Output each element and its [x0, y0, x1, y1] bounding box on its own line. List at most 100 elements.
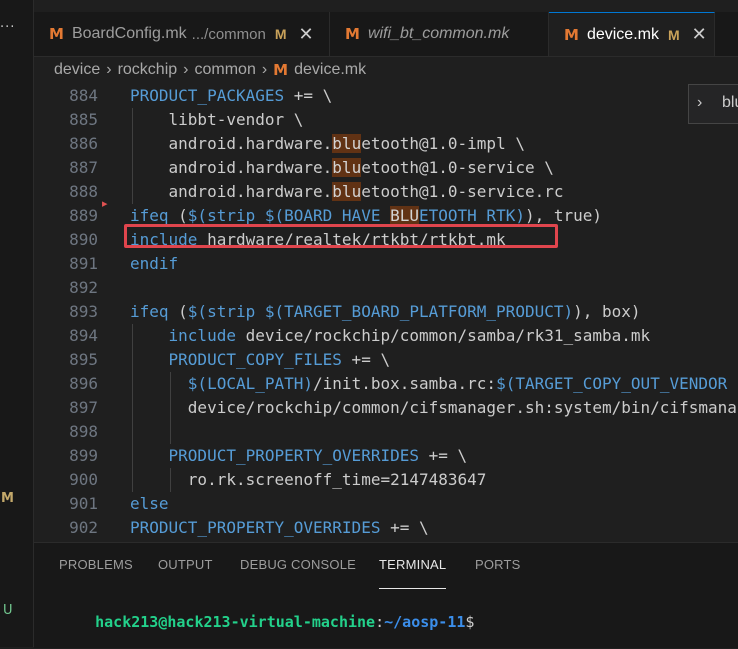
text-token: += \	[341, 350, 391, 369]
tab-wifi-bt-common[interactable]: M wifi_bt_common.mk	[330, 12, 549, 56]
line-number: 886	[69, 134, 98, 153]
untracked-badge: U	[3, 603, 13, 618]
line-number: 895	[69, 350, 98, 369]
breadcrumb-file[interactable]: device.mk	[294, 61, 366, 79]
modified-line-marker: ▸	[102, 197, 108, 210]
text-token: libbt-vendor \	[130, 110, 304, 129]
search-match: blu	[332, 182, 362, 201]
text-token: ro.rk.screenoff_time=2147483647	[130, 470, 487, 489]
text-token: device/rockchip/common/samba/rk31_samba.…	[235, 326, 651, 345]
code-text: PRODUCT_PROPERTY_OVERRIDES += \	[130, 516, 429, 540]
makefile-icon: M	[564, 25, 579, 44]
keyword-token: PRODUCT_PACKAGES	[130, 86, 285, 105]
code-text: device/rockchip/common/cifsmanager.sh:sy…	[130, 396, 737, 420]
close-icon[interactable]: ✕	[299, 24, 314, 45]
breadcrumb-item[interactable]: common	[194, 61, 255, 79]
code-text: android.hardware.bluetooth@1.0-service \	[130, 156, 554, 180]
code-line[interactable]: 899 PRODUCT_PROPERTY_OVERRIDES += \	[34, 444, 738, 468]
keyword-token: include	[168, 326, 236, 345]
tab-output[interactable]: OUTPUT	[158, 557, 213, 581]
chevron-right-icon[interactable]: ›	[697, 94, 702, 112]
keyword-token: ifeq	[130, 302, 169, 321]
text-token: += \	[380, 518, 429, 537]
indent-guide	[170, 372, 171, 444]
keyword-token: else	[130, 494, 169, 513]
code-text: android.hardware.bluetooth@1.0-impl \	[130, 132, 525, 156]
breadcrumb-item[interactable]: rockchip	[118, 61, 178, 79]
code-line[interactable]: 902 PRODUCT_PROPERTY_OVERRIDES += \	[34, 516, 738, 540]
bottom-panel: PROBLEMS OUTPUT DEBUG CONSOLE TERMINAL P…	[34, 542, 738, 648]
code-line[interactable]: 884 PRODUCT_PACKAGES += \	[34, 84, 738, 108]
code-text: $(LOCAL_PATH)/init.box.samba.rc:$(TARGET…	[130, 372, 727, 396]
code-text: PRODUCT_PACKAGES += \	[130, 84, 332, 108]
code-text: ifeq ($(strip $(TARGET_BOARD_PLATFORM_PR…	[130, 300, 641, 324]
close-icon[interactable]: ✕	[692, 24, 707, 45]
keyword-token: PRODUCT_PROPERTY_OVERRIDES	[168, 446, 419, 465]
code-text: android.hardware.bluetooth@1.0-service.r…	[130, 180, 564, 204]
text-token: etooth@1.0-impl \	[361, 134, 525, 153]
editor-tab-bar: M BoardConfig.mk .../common M ✕ M wifi_b…	[34, 12, 738, 57]
keyword-token: $(TARGET_COPY_OUT_VENDOR	[496, 374, 728, 393]
code-line[interactable]: 898	[34, 420, 738, 444]
git-modified-badge: M	[667, 26, 680, 43]
line-number: 884	[69, 86, 98, 105]
code-line[interactable]: 895 PRODUCT_COPY_FILES += \	[34, 348, 738, 372]
tab-debug-console[interactable]: DEBUG CONSOLE	[240, 557, 356, 581]
indent-guide	[170, 468, 171, 492]
code-line[interactable]: 887 android.hardware.bluetooth@1.0-servi…	[34, 156, 738, 180]
code-line[interactable]: 896 $(LOCAL_PATH)/init.box.samba.rc:$(TA…	[34, 372, 738, 396]
keyword-token: endif	[130, 254, 179, 273]
text-token: += \	[418, 446, 468, 465]
indent-guide	[132, 324, 133, 492]
text-token: += \	[284, 86, 333, 105]
text-token: android.hardware.	[130, 158, 333, 177]
terminal-path: ~/aosp-11	[384, 613, 466, 631]
code-line[interactable]: 888 android.hardware.bluetooth@1.0-servi…	[34, 180, 738, 204]
git-modified-badge: M	[274, 26, 287, 42]
makefile-icon: M	[273, 61, 289, 79]
terminal-colon: :	[375, 613, 385, 631]
keyword-token: PRODUCT_PROPERTY_OVERRIDES	[130, 518, 381, 537]
line-number: 888	[69, 182, 98, 201]
code-line[interactable]: 892	[34, 276, 738, 300]
code-line[interactable]: 901 else	[34, 492, 738, 516]
breadcrumb-item[interactable]: device	[54, 61, 100, 79]
code-line[interactable]: 893 ifeq ($(strip $(TARGET_BOARD_PLATFORM…	[34, 300, 738, 324]
code-text: endif	[130, 252, 178, 276]
search-match: BLU	[390, 206, 419, 225]
code-line[interactable]: 885 libbt-vendor \	[34, 108, 738, 132]
tab-ports[interactable]: PORTS	[475, 557, 521, 581]
more-icon[interactable]: ···	[0, 20, 15, 35]
tab-label: device.mk	[586, 25, 659, 43]
tab-device-mk[interactable]: M device.mk M ✕	[549, 12, 715, 56]
code-line[interactable]: 891 endif	[34, 252, 738, 276]
text-token: /init.box.samba.rc:	[313, 374, 497, 393]
code-text: PRODUCT_PROPERTY_OVERRIDES += \	[130, 444, 468, 468]
line-number: 900	[69, 470, 98, 489]
code-editor[interactable]: 902 PRODUCT_PROPERTY_OVERRIDES += \ 901 els…	[34, 84, 738, 542]
find-input[interactable]: blu	[722, 94, 738, 112]
code-text: ro.rk.screenoff_time=2147483647	[130, 468, 487, 492]
line-number: 892	[69, 278, 98, 297]
find-widget[interactable]: › blu	[688, 84, 738, 124]
chevron-right-icon: ›	[106, 61, 112, 78]
terminal-prompt[interactable]: hack213@hack213-virtual-machine:~/aosp-1…	[59, 595, 474, 649]
tab-problems[interactable]: PROBLEMS	[59, 557, 133, 581]
tab-boardconfig[interactable]: M BoardConfig.mk .../common M ✕	[34, 12, 330, 56]
search-match: blu	[332, 134, 362, 153]
line-number: 890	[69, 230, 98, 249]
code-line[interactable]: 900 ro.rk.screenoff_time=2147483647	[34, 468, 738, 492]
search-match: blu	[332, 158, 362, 177]
keyword-token: PRODUCT_COPY_FILES	[168, 350, 342, 369]
code-line[interactable]: 897 device/rockchip/common/cifsmanager.s…	[34, 396, 738, 420]
keyword-token: $(strip $(BOARD_HAVE_	[187, 206, 391, 225]
code-line[interactable]: 894 include device/rockchip/common/samba…	[34, 324, 738, 348]
code-text: else	[130, 492, 169, 516]
code-line[interactable]: 886 android.hardware.bluetooth@1.0-impl …	[34, 132, 738, 156]
keyword-token: $(strip $(TARGET_BOARD_PLATFORM_PRODUCT)	[187, 302, 574, 321]
terminal-dollar: $	[465, 613, 475, 631]
line-number: 897	[69, 398, 98, 417]
tab-terminal[interactable]: TERMINAL	[379, 557, 447, 589]
